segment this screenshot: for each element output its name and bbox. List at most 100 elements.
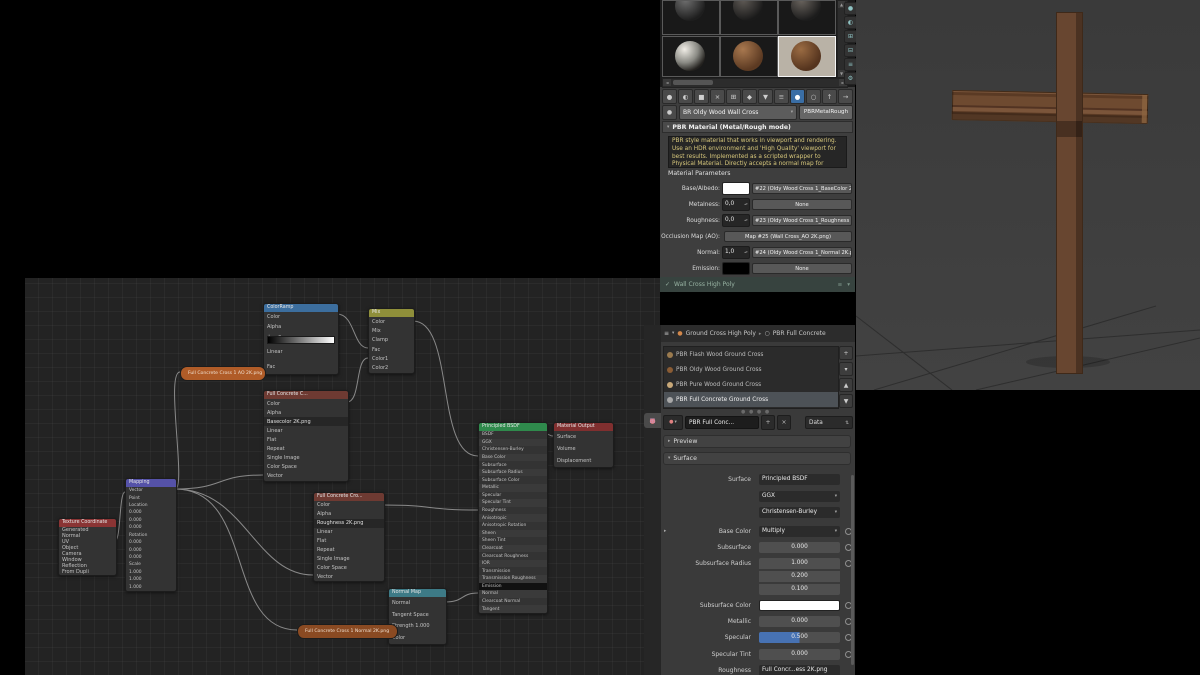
reset-map-icon[interactable]: × [710, 89, 725, 104]
node-row[interactable]: Flat [264, 435, 348, 444]
node-row[interactable]: Sheen Tint [479, 537, 547, 545]
cross-vertical-beam[interactable] [1056, 12, 1083, 374]
sample-slot[interactable] [778, 36, 836, 77]
node-row[interactable]: Tangent Space [389, 609, 446, 621]
node-row[interactable]: Subsurface Radius [479, 468, 547, 477]
node-row[interactable]: Metallic [479, 484, 547, 492]
breadcrumb-material[interactable]: PBR Full Concrete [773, 330, 826, 337]
sample-slot[interactable] [720, 36, 778, 77]
node-normal-map[interactable]: Normal Map Normal Tangent Space Strength 1… [388, 588, 447, 645]
node-row[interactable]: 0.000 [126, 509, 176, 516]
node-row[interactable]: Basecolor 2K.png [264, 417, 348, 427]
node-row[interactable]: Roughness [479, 507, 547, 515]
normal-map-button[interactable]: #24 (Oldy Wood Cross 1_Normal 2K.p [752, 247, 852, 258]
go-forward-sibling-icon[interactable]: → [838, 89, 853, 104]
node-row[interactable]: Color Space [264, 463, 348, 472]
menu-icon[interactable]: ≡ [838, 282, 843, 288]
node-row[interactable]: Fac [264, 359, 338, 374]
make-material-copy-icon[interactable]: ⊞ [726, 89, 741, 104]
node-row[interactable]: Subsurface Color [479, 476, 547, 484]
node-row[interactable]: Linear [264, 344, 338, 359]
node-row[interactable]: Mix [369, 326, 414, 335]
spinner-arrows-icon[interactable]: ▴▾ [743, 215, 749, 226]
node-row[interactable]: Normal [389, 597, 446, 609]
node-row[interactable]: Emission [479, 582, 547, 591]
roughness-texture-button[interactable]: Full Concr...ess 2K.png [759, 665, 840, 675]
node-row[interactable]: Specular [479, 492, 547, 500]
node-row[interactable]: Color [264, 399, 348, 408]
node-row[interactable]: Vector [126, 487, 176, 494]
node-row[interactable]: BSDF [479, 431, 547, 439]
node-row[interactable]: Linear [264, 426, 348, 435]
node-header[interactable]: Mix [369, 309, 414, 317]
sample-slot[interactable] [778, 0, 836, 35]
node-row[interactable]: Fac [369, 345, 414, 354]
roughness-map-button[interactable]: #23 (Oldy Wood Cross 1_Roughness 2K [752, 215, 852, 226]
spinner-arrows-icon[interactable]: ▴▾ [743, 247, 749, 258]
colorramp-gradient[interactable] [267, 336, 335, 344]
node-row[interactable]: Subsurface [479, 461, 547, 469]
subsurface-radius-y[interactable]: 0.200 [759, 571, 840, 582]
base-color-blend-dropdown[interactable]: Multiply ▾ [759, 526, 840, 537]
move-slot-down-button[interactable]: ▼ [839, 394, 853, 408]
specular-slider[interactable]: 0.500 [759, 632, 840, 643]
node-row[interactable]: Color [264, 312, 338, 322]
node-header[interactable]: Normal Map [389, 589, 446, 597]
material-class-button[interactable]: PBRMetalRough [799, 105, 853, 120]
occlusion-map-button[interactable]: Map #25 (Wall Cross_AO 2K.png) [724, 231, 852, 242]
node-header[interactable]: Principled BSDF [479, 423, 547, 431]
node-row[interactable]: Alpha [314, 510, 384, 519]
node-row[interactable]: Linear [314, 528, 384, 537]
get-material-icon[interactable]: ● [662, 89, 677, 104]
node-row[interactable]: Color Space [314, 563, 384, 572]
show-material-in-viewport-icon[interactable]: ● [790, 89, 805, 104]
node-row[interactable]: 0.000 [126, 524, 176, 531]
surface-shader-button[interactable]: Principled BSDF [759, 474, 840, 485]
node-row[interactable]: Clamp [369, 336, 414, 345]
pick-material-icon[interactable]: ● [662, 105, 677, 120]
node-mix-rgb[interactable]: Mix Color Mix Clamp Fac Color1 Color2 [368, 308, 415, 374]
emission-map-button[interactable]: None [752, 263, 852, 274]
node-row[interactable]: Christensen-Burley [479, 446, 547, 454]
node-row[interactable]: 1.000 [126, 583, 176, 590]
node-row[interactable]: Color1 [369, 354, 414, 363]
node-row[interactable]: Single Image [314, 554, 384, 563]
node-row[interactable]: Normal [479, 590, 547, 598]
node-row[interactable]: Point [126, 494, 176, 501]
node-header[interactable]: Full Concrete C... [264, 391, 348, 399]
sample-slot[interactable] [662, 0, 720, 35]
subsurface-radius-z[interactable]: 0.100 [759, 584, 840, 595]
node-row[interactable]: Clearcoat [479, 544, 547, 553]
material-name-field[interactable]: PBR Full Conc... [685, 415, 759, 429]
node-header[interactable]: Texture Coordinate [59, 519, 116, 527]
node-row[interactable]: Roughness 2K.png [314, 518, 384, 528]
slot-specials-icon[interactable]: ▾ [839, 362, 853, 376]
node-row[interactable]: Volume [554, 443, 613, 455]
node-row[interactable]: Transmission Roughness [479, 574, 547, 583]
node-row[interactable]: Alpha [264, 322, 338, 332]
scroll-left-icon[interactable]: ◄ [663, 79, 671, 86]
node-row[interactable]: Sheen [479, 529, 547, 538]
preview-panel-header[interactable]: ▸ Preview [663, 435, 851, 448]
node-colorramp[interactable]: ColorRamp ColorAlpha+ − ▾ LinearFac [263, 303, 339, 375]
shader-node-editor[interactable]: Texture Coordinate Generated Normal UV Obje… [25, 278, 660, 675]
node-image-texture-basecolor[interactable]: Full Concrete C... Color Alpha Basecolor 2… [263, 390, 349, 482]
node-row[interactable]: Specular Tint [479, 499, 547, 507]
node-texture-coordinate[interactable]: Texture Coordinate Generated Normal UV Obje… [58, 518, 117, 576]
node-row[interactable]: Clearcoat Normal [479, 598, 547, 606]
subsurface-radius-x[interactable]: 1.000 [759, 558, 840, 569]
node-row[interactable]: 1.000 [126, 569, 176, 576]
rollout-header[interactable]: ▾ PBR Material (Metal/Rough mode) [662, 121, 853, 133]
node-header[interactable]: ColorRamp [264, 304, 338, 312]
emission-color-swatch[interactable] [722, 262, 750, 275]
node-row[interactable]: 0.000 [126, 554, 176, 561]
node-row[interactable]: GGX [479, 438, 547, 447]
node-row[interactable]: Repeat [264, 445, 348, 454]
spinner-arrows-icon[interactable]: ▴▾ [743, 199, 749, 210]
subsurface-method-dropdown[interactable]: Christensen-Burley ▾ [759, 507, 840, 518]
node-principled-bsdf[interactable]: Principled BSDF BSDF GGX Christensen-Burle… [478, 422, 548, 614]
node-row[interactable]: Scale [126, 561, 176, 568]
material-name-dropdown[interactable]: BR Oldy Wood Wall Cross ▾ [679, 105, 797, 120]
node-row[interactable]: Color2 [369, 364, 414, 373]
node-row[interactable]: Alpha [264, 408, 348, 417]
